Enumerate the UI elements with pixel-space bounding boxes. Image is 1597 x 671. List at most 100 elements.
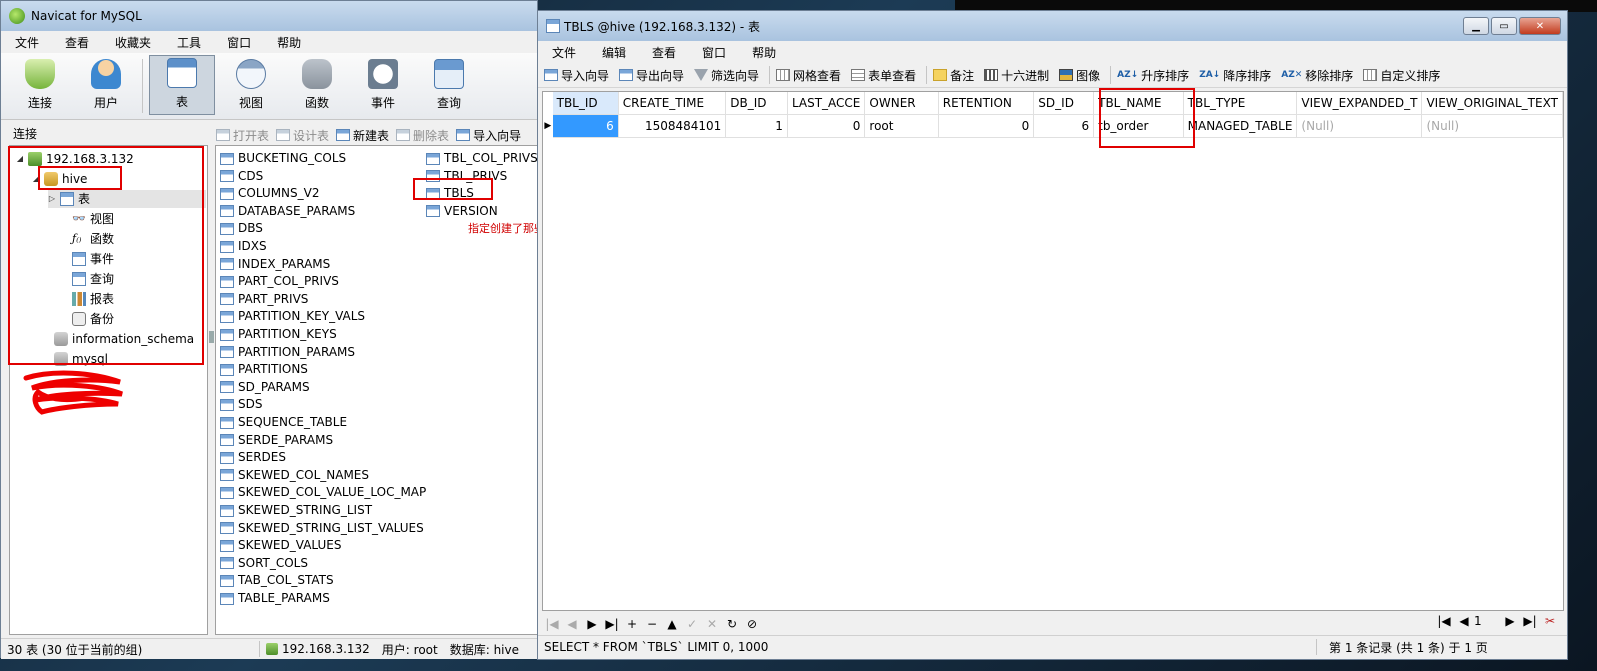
table-cell[interactable]: 1508484101 (618, 114, 727, 138)
prev-page-icon[interactable]: ◀ (1454, 614, 1474, 628)
table-list-item[interactable]: SERDE_PARAMS (220, 432, 333, 449)
tree-node-tables[interactable]: ▷ 表 (48, 190, 206, 208)
delete-record-icon[interactable]: − (642, 617, 662, 631)
image-button[interactable]: 图像 (1059, 67, 1100, 84)
table-list-item[interactable]: SKEWED_STRING_LIST_VALUES (220, 520, 424, 537)
prev-record-icon[interactable]: ◀ (562, 617, 582, 631)
hex-button[interactable]: 十六进制 (984, 67, 1049, 84)
refresh-icon[interactable]: ↻ (722, 617, 742, 631)
column-header[interactable]: DB_ID (725, 92, 788, 115)
tree-node-backups[interactable]: 备份 (72, 310, 114, 328)
table-cell[interactable]: (Null) (1296, 114, 1423, 138)
table-list-item[interactable]: SKEWED_COL_NAMES (220, 467, 369, 484)
table-list-item[interactable]: BUCKETING_COLS (220, 150, 346, 167)
column-header[interactable]: CREATE_TIME (618, 92, 727, 115)
table-list-item[interactable]: VERSION (426, 203, 498, 220)
query-button[interactable]: 查询 (419, 55, 479, 115)
apply-changes-icon[interactable]: ✓ (682, 617, 702, 631)
table-list-item[interactable]: COLUMNS_V2 (220, 185, 320, 202)
last-page-icon[interactable]: ▶| (1520, 614, 1540, 628)
menu-window[interactable]: 窗口 (688, 44, 738, 61)
last-record-icon[interactable]: ▶| (602, 617, 622, 631)
edit-record-icon[interactable]: ▲ (662, 617, 682, 631)
table-cell[interactable]: 1 (725, 114, 788, 138)
table-row[interactable]: ▶ 6 1508484101 1 0 root 0 6 tb_order MAN… (543, 114, 1563, 138)
table-cell[interactable]: (Null) (1421, 114, 1563, 138)
column-header[interactable]: TBL_ID (552, 92, 619, 115)
table-cell[interactable]: 6 (1033, 114, 1095, 138)
menu-help[interactable]: 帮助 (738, 44, 788, 61)
table-list-item[interactable]: SKEWED_VALUES (220, 537, 341, 554)
tree-db-hive[interactable]: ◢ hive (32, 170, 87, 188)
table-list-item[interactable]: PARTITION_KEYS (220, 326, 337, 343)
table-cell[interactable]: MANAGED_TABLE (1183, 114, 1298, 138)
table-list-item[interactable]: TBL_COL_PRIVS (426, 150, 538, 167)
expand-arrow-icon[interactable]: ◢ (16, 150, 24, 168)
stop-icon[interactable]: ⊘ (742, 617, 762, 631)
sort-desc-button[interactable]: ZA↓ 降序排序 (1199, 67, 1271, 84)
tree-node-events[interactable]: 事件 (72, 250, 114, 268)
table-list-item[interactable]: CDS (220, 168, 263, 185)
table-cell[interactable]: root (864, 114, 939, 138)
menu-favorites[interactable]: 收藏夹 (101, 34, 163, 51)
page-number-field[interactable]: 1 (1474, 614, 1500, 628)
tree-node-views[interactable]: 👓 视图 (72, 210, 114, 228)
tree-server-node[interactable]: ◢ 192.168.3.132 (16, 150, 134, 168)
maximize-button[interactable]: ▭ (1491, 17, 1517, 35)
column-header[interactable]: OWNER (864, 92, 939, 115)
table-list-item[interactable]: PARTITION_PARAMS (220, 344, 355, 361)
table-list-item[interactable]: TABLE_PARAMS (220, 590, 330, 607)
table-list-item[interactable]: INDEX_PARAMS (220, 256, 330, 273)
menu-edit[interactable]: 编辑 (588, 44, 638, 61)
event-button[interactable]: 事件 (353, 55, 413, 115)
minimize-button[interactable]: ▁ (1463, 17, 1489, 35)
tree-node-queries[interactable]: 查询 (72, 270, 114, 288)
table-list-item[interactable]: SORT_COLS (220, 555, 308, 572)
function-button[interactable]: 函数 (287, 55, 347, 115)
table-list-item[interactable]: SERDES (220, 449, 286, 466)
table-list-item[interactable]: PARTITION_KEY_VALS (220, 308, 365, 325)
sort-asc-button[interactable]: AZ↓ 升序排序 (1117, 67, 1189, 84)
custom-sort-button[interactable]: 自定义排序 (1363, 67, 1440, 84)
tree-node-reports[interactable]: 报表 (72, 290, 114, 308)
export-wizard-button[interactable]: 导出向导 (619, 67, 684, 84)
table-list-item[interactable]: PARTITIONS (220, 361, 308, 378)
table-cell[interactable]: tb_order (1093, 114, 1184, 138)
user-button[interactable]: 用户 (76, 55, 136, 115)
connect-button[interactable]: 连接 (10, 55, 70, 115)
import-wizard-button[interactable]: 导入向导 (544, 67, 609, 84)
table-list-item[interactable]: SKEWED_COL_VALUE_LOC_MAP (220, 484, 426, 501)
menu-view[interactable]: 查看 (638, 44, 688, 61)
column-header[interactable]: TBL_NAME (1093, 92, 1184, 115)
table-list-item[interactable]: SD_PARAMS (220, 379, 310, 396)
menu-view[interactable]: 查看 (51, 34, 101, 51)
expand-arrow-icon[interactable]: ◢ (32, 170, 40, 188)
close-button[interactable]: ✕ (1519, 17, 1561, 35)
table-list-item[interactable]: DATABASE_PARAMS (220, 203, 355, 220)
table-list-item[interactable]: PART_COL_PRIVS (220, 273, 339, 290)
table-list-item[interactable]: IDXS (220, 238, 267, 255)
cancel-changes-icon[interactable]: ✕ (702, 617, 722, 631)
grid-view-button[interactable]: 网格查看 (776, 67, 841, 84)
first-page-icon[interactable]: |◀ (1434, 614, 1454, 628)
remove-sort-button[interactable]: AZ✕ 移除排序 (1281, 67, 1353, 84)
menu-file[interactable]: 文件 (1, 34, 51, 51)
menu-file[interactable]: 文件 (538, 44, 588, 61)
next-record-icon[interactable]: ▶ (582, 617, 602, 631)
table-list-item[interactable]: DBS (220, 220, 263, 237)
pane-splitter[interactable] (209, 331, 214, 343)
next-page-icon[interactable]: ▶ (1500, 614, 1520, 628)
table-list-item[interactable]: TAB_COL_STATS (220, 572, 334, 589)
settings-tools-icon[interactable]: ✂ (1540, 614, 1560, 628)
data-window-titlebar[interactable]: TBLS @hive (192.168.3.132) - 表 ▁ ▭ ✕ (538, 11, 1567, 41)
filter-wizard-button[interactable]: 筛选向导 (694, 67, 759, 84)
table-list-item[interactable]: SDS (220, 396, 262, 413)
column-header[interactable]: TBL_TYPE (1183, 92, 1298, 115)
menu-help[interactable]: 帮助 (263, 34, 313, 51)
menu-tools[interactable]: 工具 (163, 34, 213, 51)
table-button[interactable]: 表 (149, 55, 215, 115)
collapse-arrow-icon[interactable]: ▷ (48, 190, 56, 208)
new-table-button[interactable]: 新建表 (336, 127, 389, 144)
column-header[interactable]: LAST_ACCE (787, 92, 866, 115)
table-list-item[interactable]: PART_PRIVS (220, 291, 308, 308)
